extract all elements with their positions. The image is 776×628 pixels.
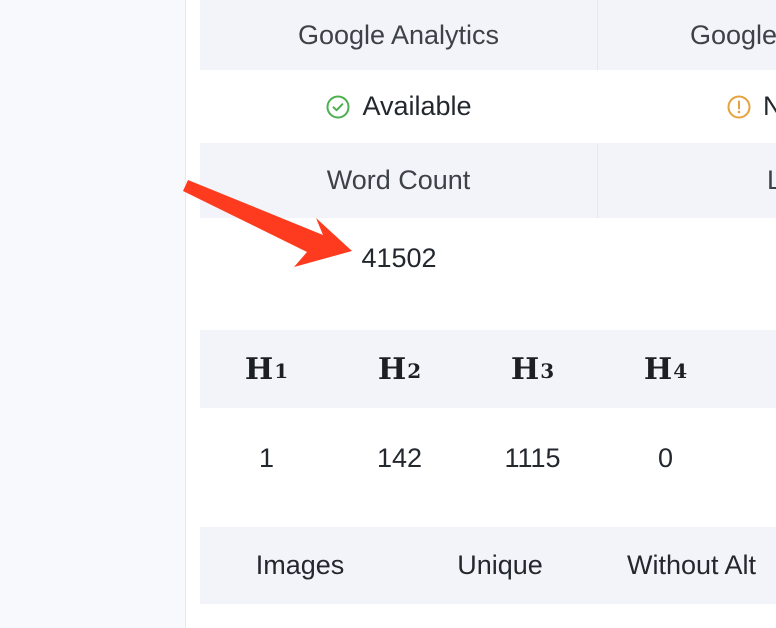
without-alt-header: Without Alt [600,527,776,604]
heading-h1-prefix: H [244,351,274,387]
check-circle-icon [326,95,350,118]
word-count-header: Word Count [200,143,598,218]
tool-google-analytics-label: Google Analytics [297,19,500,50]
tool-google-analytics-header: Google Analytics [200,0,598,70]
tools-header-row: Google Analytics Google [200,0,776,70]
heading-h4-header: H4 [599,352,732,387]
google-analytics-status: Available [200,70,598,143]
heading-h1-header: H1 [200,352,333,387]
second-metric-header: L [598,143,776,218]
images-header: Images [200,527,400,604]
tool-google-second-header: Google [598,0,776,70]
word-count-value-row: 41502 [200,218,776,298]
page: Google Analytics Google Available N Word… [0,0,776,628]
heading-h3-number: 3 [540,359,555,383]
google-second-status-label: N [763,91,776,121]
warning-circle-icon [727,95,751,118]
heading-h2-number: 2 [407,359,422,383]
heading-h3-count: 1115 [504,442,561,473]
sidebar [0,0,186,628]
word-count-header-row: Word Count L [200,143,776,218]
second-metric-header-label: L [767,165,776,195]
seo-overview-panel: Google Analytics Google Available N Word… [186,0,776,628]
tool-google-second-label: Google [690,19,776,50]
word-count-number: 41502 [361,242,437,273]
heading-h3-prefix: H [510,351,540,387]
images-header-label: Images [255,550,345,580]
images-header-row: Images Unique Without Alt [200,527,776,604]
heading-h4-prefix: H [643,351,673,387]
unique-images-header: Unique [400,527,600,604]
headings-header-row: H1 H2 H3 H4 [200,330,776,408]
unique-images-header-label: Unique [457,550,543,580]
heading-h1-number: 1 [274,359,289,383]
without-alt-header-label: Without Alt [627,550,757,580]
google-second-status: N [598,70,776,143]
heading-h4-number: 4 [673,359,688,383]
heading-h2-prefix: H [377,351,407,387]
google-analytics-status-label: Available [362,91,472,121]
heading-h2-header: H2 [333,352,466,387]
heading-h2-count: 142 [376,442,423,473]
word-count-header-label: Word Count [326,165,471,195]
heading-h3-header: H3 [466,352,599,387]
heading-h4-count: 0 [657,442,674,473]
tools-status-row: Available N [200,70,776,143]
heading-h1-count: 1 [258,442,275,473]
word-count-value: 41502 [200,218,598,298]
headings-value-row: 1 142 1115 0 [200,420,776,496]
